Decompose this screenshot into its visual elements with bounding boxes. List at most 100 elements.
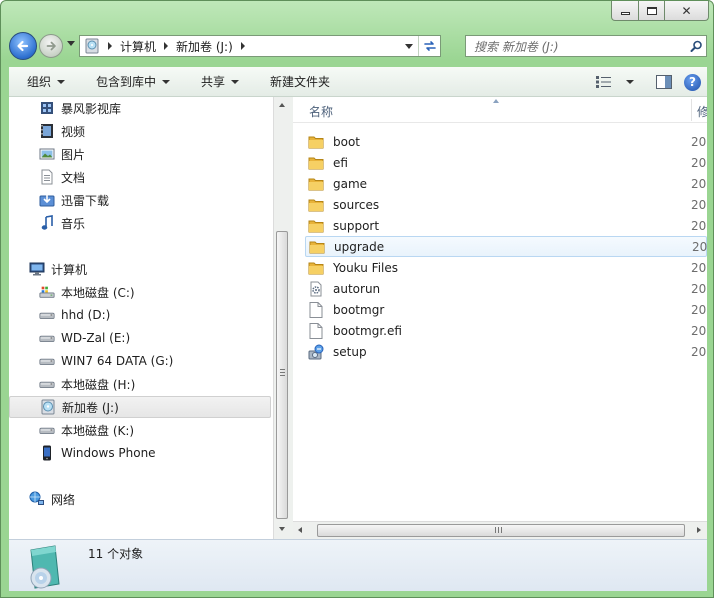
sidebar-item[interactable]: Windows Phone xyxy=(9,442,271,464)
library-icon xyxy=(39,100,55,116)
address-empty-area[interactable] xyxy=(253,36,400,56)
file-row[interactable]: sources 20 xyxy=(305,194,707,215)
sidebar-item[interactable]: 网络 xyxy=(9,488,271,510)
forward-button[interactable] xyxy=(39,34,63,58)
details-pane: 11 个对象 xyxy=(9,539,707,591)
search-icon[interactable] xyxy=(686,40,706,53)
preview-pane-button[interactable] xyxy=(656,75,672,89)
file-name: autorun xyxy=(333,281,381,296)
sidebar-item-label: 视频 xyxy=(61,124,86,139)
maximize-button[interactable] xyxy=(639,1,665,21)
file-row[interactable]: Youku Files 20 xyxy=(305,257,707,278)
sidebar-item-label: WD-Zal (E:) xyxy=(61,331,131,345)
download-icon xyxy=(39,192,55,208)
file-date: 20 xyxy=(691,302,707,317)
close-button[interactable]: ✕ xyxy=(665,1,709,21)
sidebar-item[interactable]: WD-Zal (E:) xyxy=(9,327,271,349)
breadcrumb-chevron-icon[interactable] xyxy=(240,42,245,50)
scroll-down-arrow[interactable] xyxy=(279,527,285,531)
share-button[interactable]: 共享 xyxy=(179,67,248,96)
address-history-dropdown[interactable] xyxy=(400,36,418,56)
file-row[interactable]: bootmgr 20 xyxy=(305,299,707,320)
navigation-scrollbar[interactable] xyxy=(273,97,290,539)
file-row[interactable]: support 20 xyxy=(305,215,707,236)
sidebar-item[interactable]: 本地磁盘 (K:) xyxy=(9,419,271,441)
sidebar-item[interactable]: 本地磁盘 (H:) xyxy=(9,373,271,395)
scroll-up-arrow[interactable] xyxy=(279,103,285,107)
view-options-button[interactable] xyxy=(596,76,634,88)
minimize-button[interactable] xyxy=(611,1,639,21)
file-row[interactable]: efi 20 xyxy=(305,152,707,173)
refresh-icon xyxy=(423,41,436,51)
sidebar-item-label: 新加卷 (J:) xyxy=(62,400,119,415)
sidebar-item[interactable]: 文档 xyxy=(9,166,271,188)
forward-arrow-icon xyxy=(46,41,56,51)
breadcrumb-chevron-icon[interactable] xyxy=(108,42,112,50)
help-button[interactable]: ? xyxy=(684,73,701,91)
sidebar-item[interactable]: 视频 xyxy=(9,120,271,142)
command-bar: 组织 包含到库中 共享 新建文件夹 ? xyxy=(9,67,707,97)
sidebar-item[interactable]: 音乐 xyxy=(9,212,271,234)
file-list-pane[interactable]: 名称 修 boot 20 efi 20 game 20 sources 20 support 20… xyxy=(293,97,707,539)
dvd-drive-icon xyxy=(84,38,100,54)
file-name: boot xyxy=(333,134,361,149)
search-input[interactable]: 搜索 新加卷 (J:) xyxy=(466,38,686,55)
navigation-pane[interactable]: 暴风影视库视频图片文档迅雷下载音乐计算机本地磁盘 (C:) hhd (D:) WD-… xyxy=(9,97,273,539)
back-button[interactable] xyxy=(9,32,37,60)
include-in-library-button[interactable]: 包含到库中 xyxy=(74,67,179,96)
sidebar-item[interactable]: 迅雷下载 xyxy=(9,189,271,211)
view-list-icon xyxy=(596,76,611,88)
file-row[interactable]: boot 20 xyxy=(305,131,707,152)
file-icon xyxy=(308,301,324,318)
file-name: Youku Files xyxy=(333,260,399,275)
search-box[interactable]: 搜索 新加卷 (J:) xyxy=(465,35,707,57)
back-arrow-icon xyxy=(17,40,29,52)
file-row[interactable]: setup 20 xyxy=(305,341,707,362)
file-row[interactable]: autorun 20 xyxy=(305,278,707,299)
horizontal-scrollbar[interactable] xyxy=(293,521,707,539)
sidebar-item[interactable]: hhd (D:) xyxy=(9,304,271,326)
breadcrumb-current-drive[interactable]: 新加卷 (J:) xyxy=(176,38,233,55)
file-row[interactable]: upgrade 20 xyxy=(305,236,707,257)
column-header-name[interactable]: 名称 xyxy=(309,103,333,120)
refresh-button[interactable] xyxy=(418,36,440,56)
drive-icon xyxy=(39,422,55,438)
sidebar-item-label: 暴风影视库 xyxy=(61,101,122,116)
new-folder-button[interactable]: 新建文件夹 xyxy=(248,67,339,96)
file-row[interactable]: bootmgr.efi 20 xyxy=(305,320,707,341)
organize-button[interactable]: 组织 xyxy=(9,67,74,96)
breadcrumb-chevron-icon[interactable] xyxy=(164,42,169,50)
preview-pane-icon xyxy=(656,75,672,89)
sidebar-item[interactable]: 暴风影视库 xyxy=(9,97,271,119)
sidebar-item[interactable]: 计算机 xyxy=(9,258,271,280)
sidebar-item-label: 计算机 xyxy=(51,262,88,277)
scroll-left-arrow[interactable] xyxy=(298,527,302,533)
recent-pages-dropdown[interactable] xyxy=(67,41,75,46)
sidebar-item[interactable]: 新加卷 (J:) xyxy=(9,396,271,418)
column-header-modified[interactable]: 修 xyxy=(697,103,707,120)
folder-icon xyxy=(308,155,324,171)
view-controls: ? xyxy=(596,67,701,97)
network-icon xyxy=(29,491,45,507)
sidebar-item-label: 文档 xyxy=(61,170,86,185)
sort-indicator-icon xyxy=(493,99,499,103)
breadcrumb-computer[interactable]: 计算机 xyxy=(120,38,156,55)
computer-icon xyxy=(29,261,45,277)
settings-file-icon xyxy=(308,281,324,297)
file-row[interactable]: game 20 xyxy=(305,173,707,194)
scroll-right-arrow[interactable] xyxy=(697,527,701,533)
column-separator[interactable] xyxy=(691,99,692,121)
drive-icon xyxy=(39,330,55,346)
folder-icon xyxy=(308,218,324,234)
sidebar-item-label: Windows Phone xyxy=(61,446,156,460)
close-icon: ✕ xyxy=(681,3,692,18)
sidebar-item-label: 迅雷下载 xyxy=(61,193,110,208)
file-date: 20 xyxy=(691,344,707,359)
chevron-down-icon xyxy=(57,79,66,84)
scroll-grip xyxy=(280,369,285,376)
include-in-library-label: 包含到库中 xyxy=(96,75,157,89)
sidebar-item[interactable]: WIN7 64 DATA (G:) xyxy=(9,350,271,372)
address-bar[interactable]: 计算机 新加卷 (J:) xyxy=(79,35,441,57)
sidebar-item[interactable]: 本地磁盘 (C:) xyxy=(9,281,271,303)
sidebar-item[interactable]: 图片 xyxy=(9,143,271,165)
